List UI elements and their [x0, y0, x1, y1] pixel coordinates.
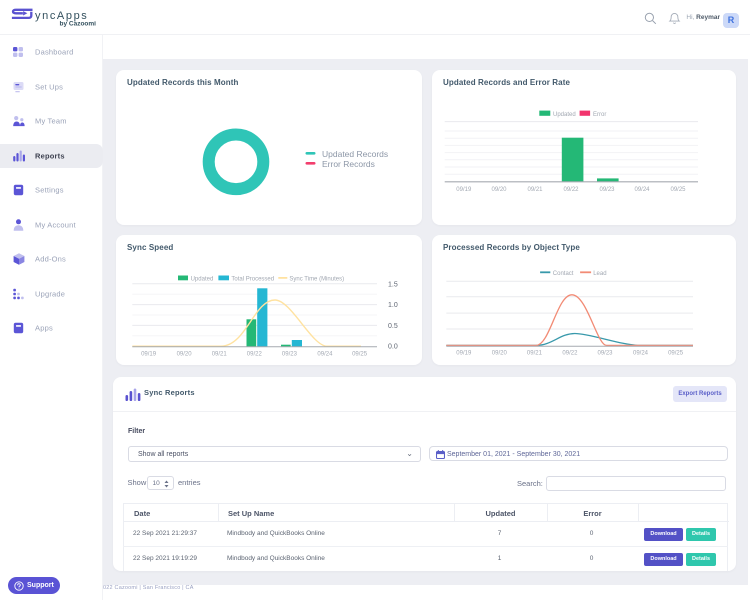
svg-text:09/25: 09/25	[668, 351, 684, 357]
svg-text:09/23: 09/23	[597, 351, 613, 357]
svg-text:09/24: 09/24	[317, 352, 333, 358]
svg-text:09/24: 09/24	[633, 351, 649, 357]
svg-text:Error: Error	[593, 112, 606, 118]
svg-text:09/21: 09/21	[527, 351, 543, 357]
svg-text:09/20: 09/20	[492, 351, 508, 357]
svg-text:0.0: 0.0	[388, 344, 398, 351]
svg-text:1.5: 1.5	[388, 281, 398, 288]
svg-text:0.5: 0.5	[388, 323, 398, 330]
svg-text:Updated: Updated	[553, 112, 576, 118]
svg-text:Lead: Lead	[593, 271, 606, 277]
svg-text:09/25: 09/25	[670, 187, 686, 193]
svg-text:09/19: 09/19	[456, 351, 472, 357]
svg-text:Contact: Contact	[553, 271, 574, 277]
svg-text:09/22: 09/22	[247, 352, 263, 358]
svg-text:09/22: 09/22	[562, 351, 578, 357]
svg-text:Sync Time (Minutes): Sync Time (Minutes)	[289, 277, 344, 283]
svg-text:1.0: 1.0	[388, 302, 398, 309]
svg-text:09/23: 09/23	[599, 187, 615, 193]
svg-text:09/20: 09/20	[491, 187, 507, 193]
svg-text:Updated: Updated	[191, 277, 214, 283]
svg-text:09/19: 09/19	[456, 187, 472, 193]
svg-text:09/24: 09/24	[634, 187, 650, 193]
svg-text:Error Records: Error Records	[322, 159, 375, 169]
svg-text:09/20: 09/20	[177, 352, 193, 358]
svg-text:09/22: 09/22	[563, 187, 579, 193]
svg-text:09/23: 09/23	[282, 352, 298, 358]
svg-text:09/25: 09/25	[352, 352, 368, 358]
svg-text:09/21: 09/21	[212, 352, 228, 358]
svg-text:Updated Records: Updated Records	[322, 149, 388, 159]
svg-text:by Cazoomi: by Cazoomi	[60, 20, 97, 27]
svg-text:Total Processed: Total Processed	[231, 277, 274, 283]
svg-text:09/21: 09/21	[527, 187, 543, 193]
svg-text:09/19: 09/19	[141, 352, 157, 358]
